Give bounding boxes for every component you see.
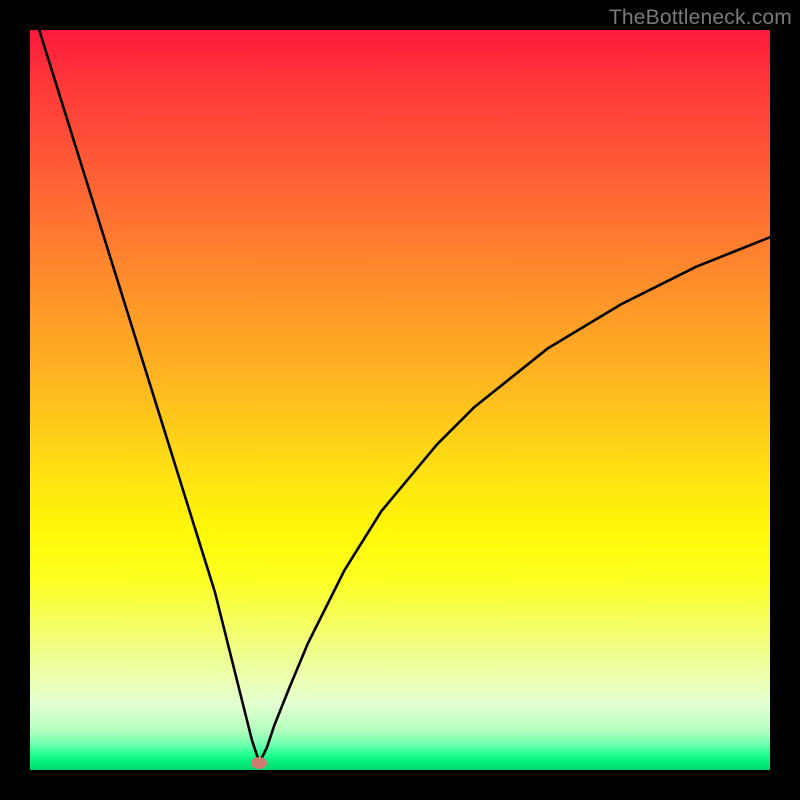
chart-frame: TheBottleneck.com: [0, 0, 800, 800]
watermark-text: TheBottleneck.com: [609, 6, 792, 30]
plot-area: [30, 30, 770, 770]
optimum-marker: [251, 757, 267, 769]
bottleneck-curve: [30, 30, 770, 770]
